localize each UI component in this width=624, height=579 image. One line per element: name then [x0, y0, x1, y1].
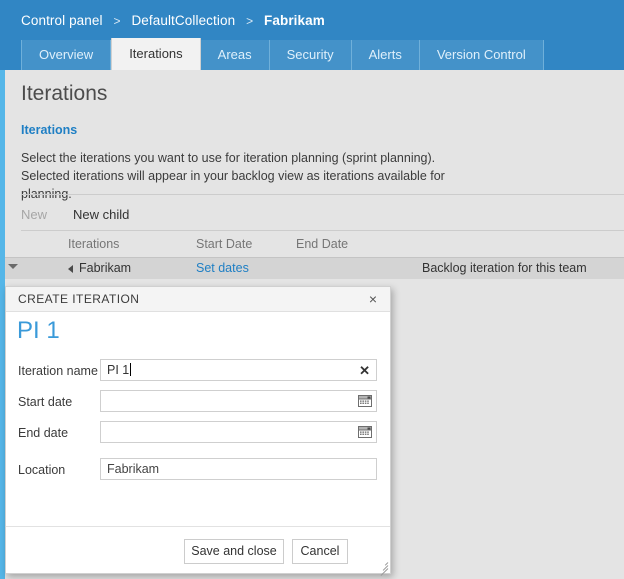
location-value: Fabrikam — [107, 462, 160, 476]
cancel-button[interactable]: Cancel — [292, 539, 348, 564]
text-cursor-icon — [130, 363, 132, 376]
expand-triangle-icon[interactable] — [68, 265, 73, 273]
location-input[interactable]: Fabrikam — [100, 458, 377, 480]
tab-bar: Overview Iterations Areas Security Alert… — [21, 38, 544, 70]
iteration-name-value: PI 1 — [107, 363, 130, 377]
end-date-label: End date — [18, 426, 69, 440]
dialog-title: CREATE ITERATION — [18, 292, 140, 306]
resize-grip-icon[interactable] — [376, 559, 389, 576]
tab-security[interactable]: Security — [269, 40, 352, 70]
grid-toolbar: New New child — [21, 201, 155, 227]
dialog-footer: Save and close Cancel — [6, 527, 390, 576]
tab-iterations[interactable]: Iterations — [111, 38, 201, 70]
calendar-icon[interactable] — [356, 423, 374, 441]
iteration-name-input[interactable]: PI 1 ✕ — [100, 359, 377, 381]
breadcrumb-item-defaultcollection[interactable]: DefaultCollection — [131, 13, 235, 28]
end-date-input[interactable] — [100, 421, 377, 443]
divider — [21, 194, 624, 195]
column-header-end-date[interactable]: End Date — [296, 237, 348, 251]
breadcrumb-separator-icon: > — [113, 14, 121, 28]
new-child-button[interactable]: New child — [73, 207, 129, 222]
breadcrumb-item-control-panel[interactable]: Control panel — [21, 13, 103, 28]
tab-version-control[interactable]: Version Control — [419, 40, 544, 70]
start-date-input[interactable] — [100, 390, 377, 412]
iteration-form: Iteration name PI 1 ✕ Start date End dat… — [6, 359, 390, 489]
form-row-iteration-name: Iteration name PI 1 ✕ — [6, 359, 390, 389]
new-button[interactable]: New — [21, 207, 47, 222]
heading-gap-block — [159, 318, 175, 345]
breadcrumb-item-fabrikam[interactable]: Fabrikam — [264, 13, 325, 28]
tab-alerts[interactable]: Alerts — [351, 40, 420, 70]
breadcrumb: Control panel > DefaultCollection > Fabr… — [21, 13, 325, 28]
chevron-down-icon[interactable] — [8, 264, 18, 269]
app-header: Control panel > DefaultCollection > Fabr… — [0, 0, 624, 70]
dialog-title-bar[interactable]: CREATE ITERATION × — [6, 287, 390, 312]
page-title: Iterations — [21, 82, 108, 105]
clear-icon[interactable]: ✕ — [359, 362, 370, 379]
form-row-start-date: Start date — [6, 390, 390, 420]
dialog-heading: PI 1 — [17, 317, 60, 344]
location-label: Location — [18, 463, 66, 477]
table-row[interactable]: Fabrikam Set dates Backlog iteration for… — [5, 257, 624, 279]
start-date-label: Start date — [18, 395, 73, 409]
column-header-iterations[interactable]: Iterations — [68, 237, 119, 251]
tab-areas[interactable]: Areas — [200, 40, 270, 70]
set-dates-link[interactable]: Set dates — [196, 261, 249, 275]
breadcrumb-separator-icon: > — [246, 14, 254, 28]
form-row-location: Location Fabrikam — [6, 458, 390, 488]
section-title: Iterations — [21, 123, 78, 137]
tab-overview[interactable]: Overview — [21, 40, 112, 70]
save-and-close-button[interactable]: Save and close — [184, 539, 284, 564]
form-row-end-date: End date — [6, 421, 390, 451]
calendar-icon[interactable] — [356, 392, 374, 410]
create-iteration-dialog: CREATE ITERATION × PI 1 Iteration name P… — [5, 286, 391, 576]
table-cell-description: Backlog iteration for this team — [422, 261, 587, 275]
column-header-start-date[interactable]: Start Date — [196, 237, 252, 251]
iteration-name-label: Iteration name — [18, 364, 98, 378]
table-cell-iteration-name: Fabrikam — [79, 261, 132, 275]
table-header-row: Iterations Start Date End Date — [0, 233, 624, 257]
close-icon[interactable]: × — [365, 291, 381, 307]
divider — [21, 230, 624, 231]
